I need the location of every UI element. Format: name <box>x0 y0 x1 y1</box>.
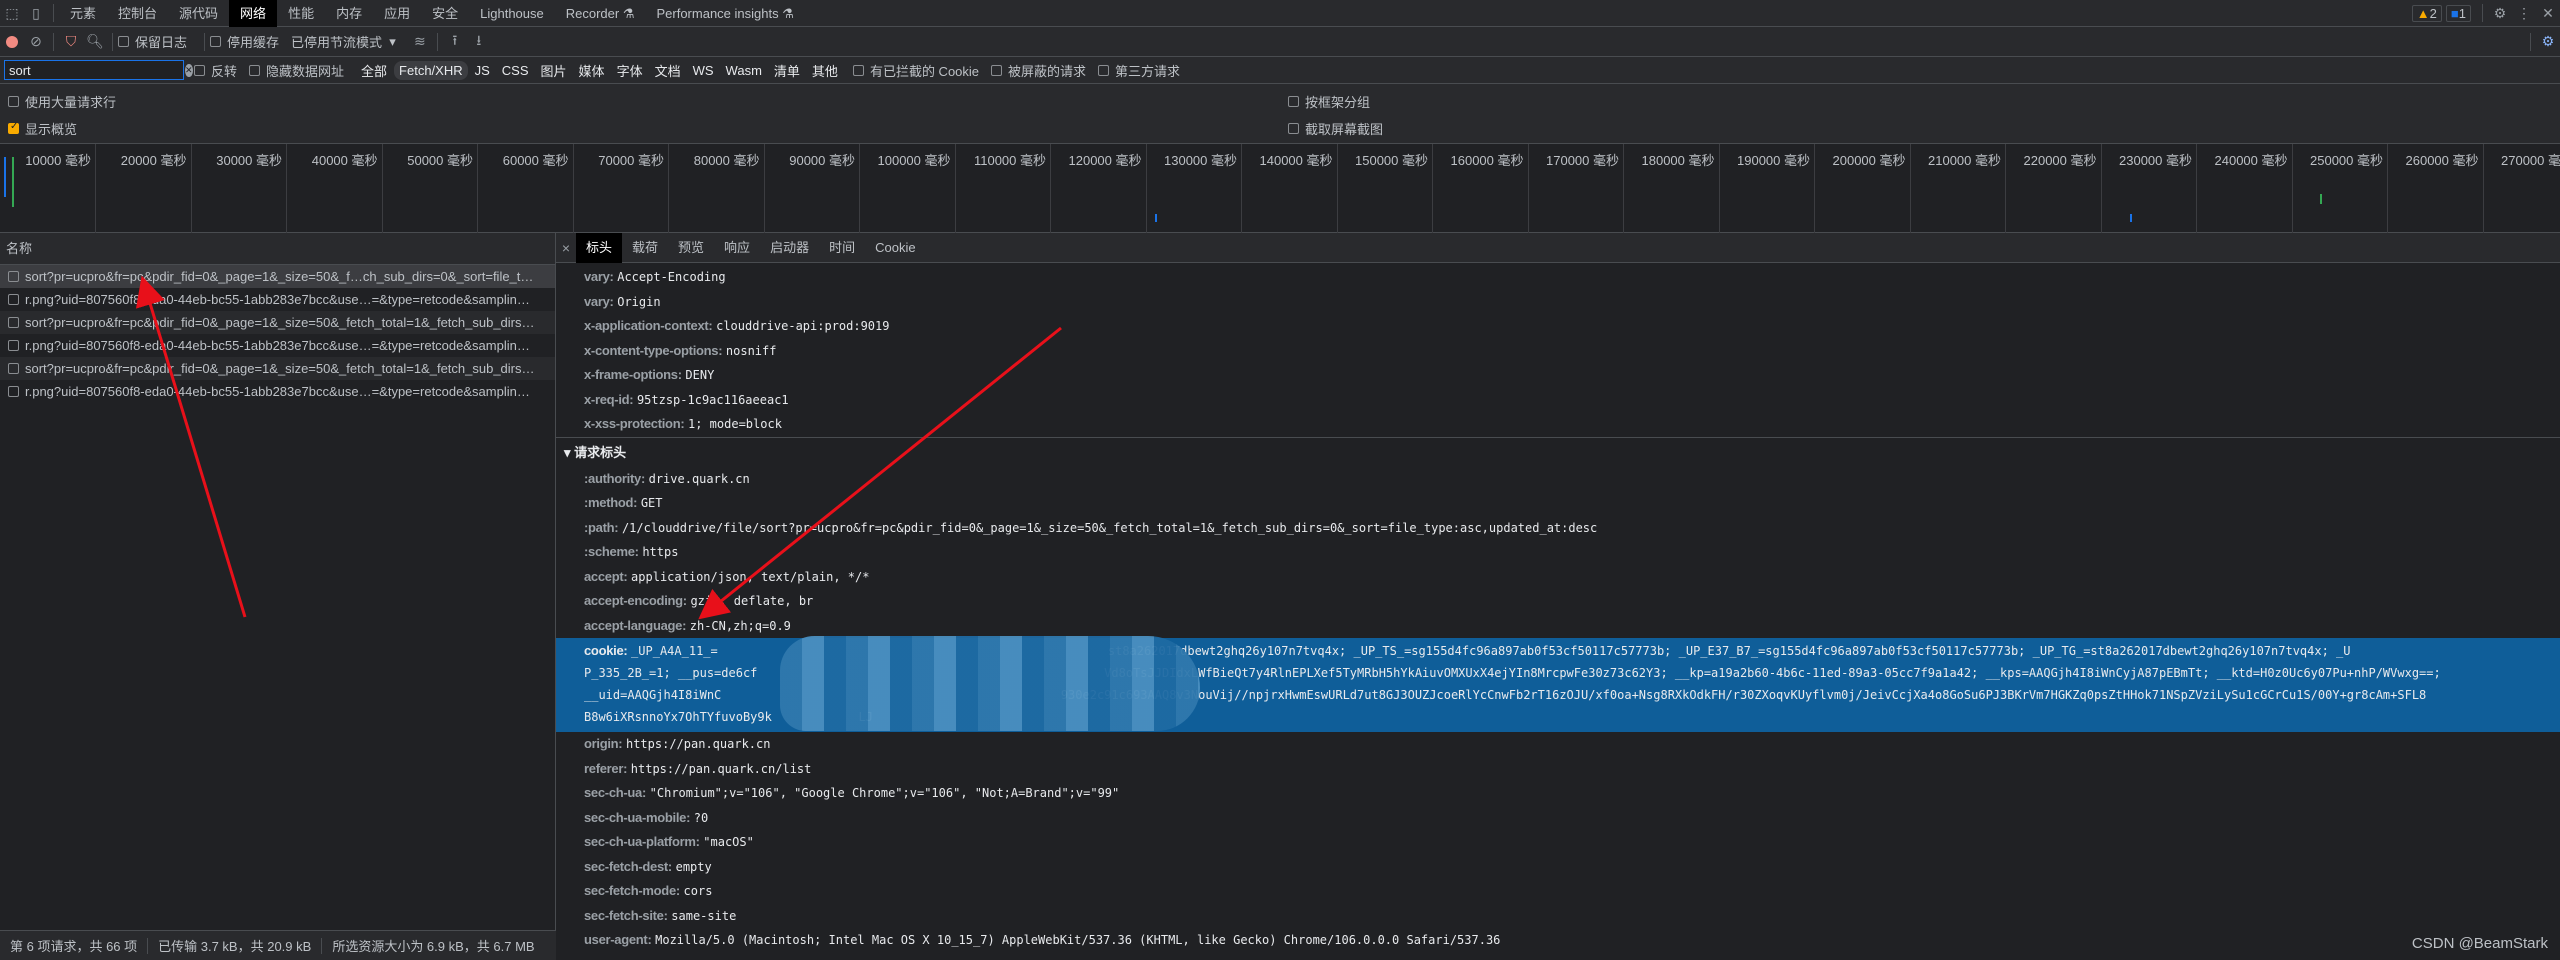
red-arrow-to-request <box>146 290 245 617</box>
annotation-arrows <box>0 0 2560 960</box>
watermark: CSDN @BeamStark <box>2412 935 2548 952</box>
red-arrow-to-cookie <box>710 328 1061 610</box>
